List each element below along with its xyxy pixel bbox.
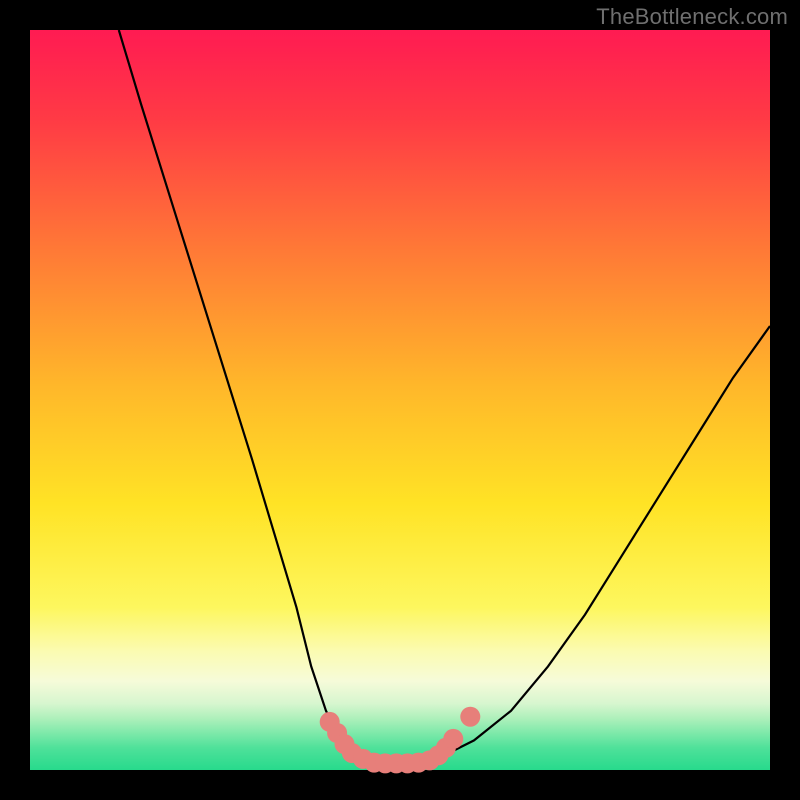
chart-frame: TheBottleneck.com: [0, 0, 800, 800]
watermark-text: TheBottleneck.com: [596, 4, 788, 30]
bottleneck-chart: [30, 30, 770, 770]
curve-markers: [320, 707, 481, 774]
curve-marker: [443, 729, 463, 749]
bottleneck-curve: [119, 30, 770, 763]
curve-marker: [460, 707, 480, 727]
